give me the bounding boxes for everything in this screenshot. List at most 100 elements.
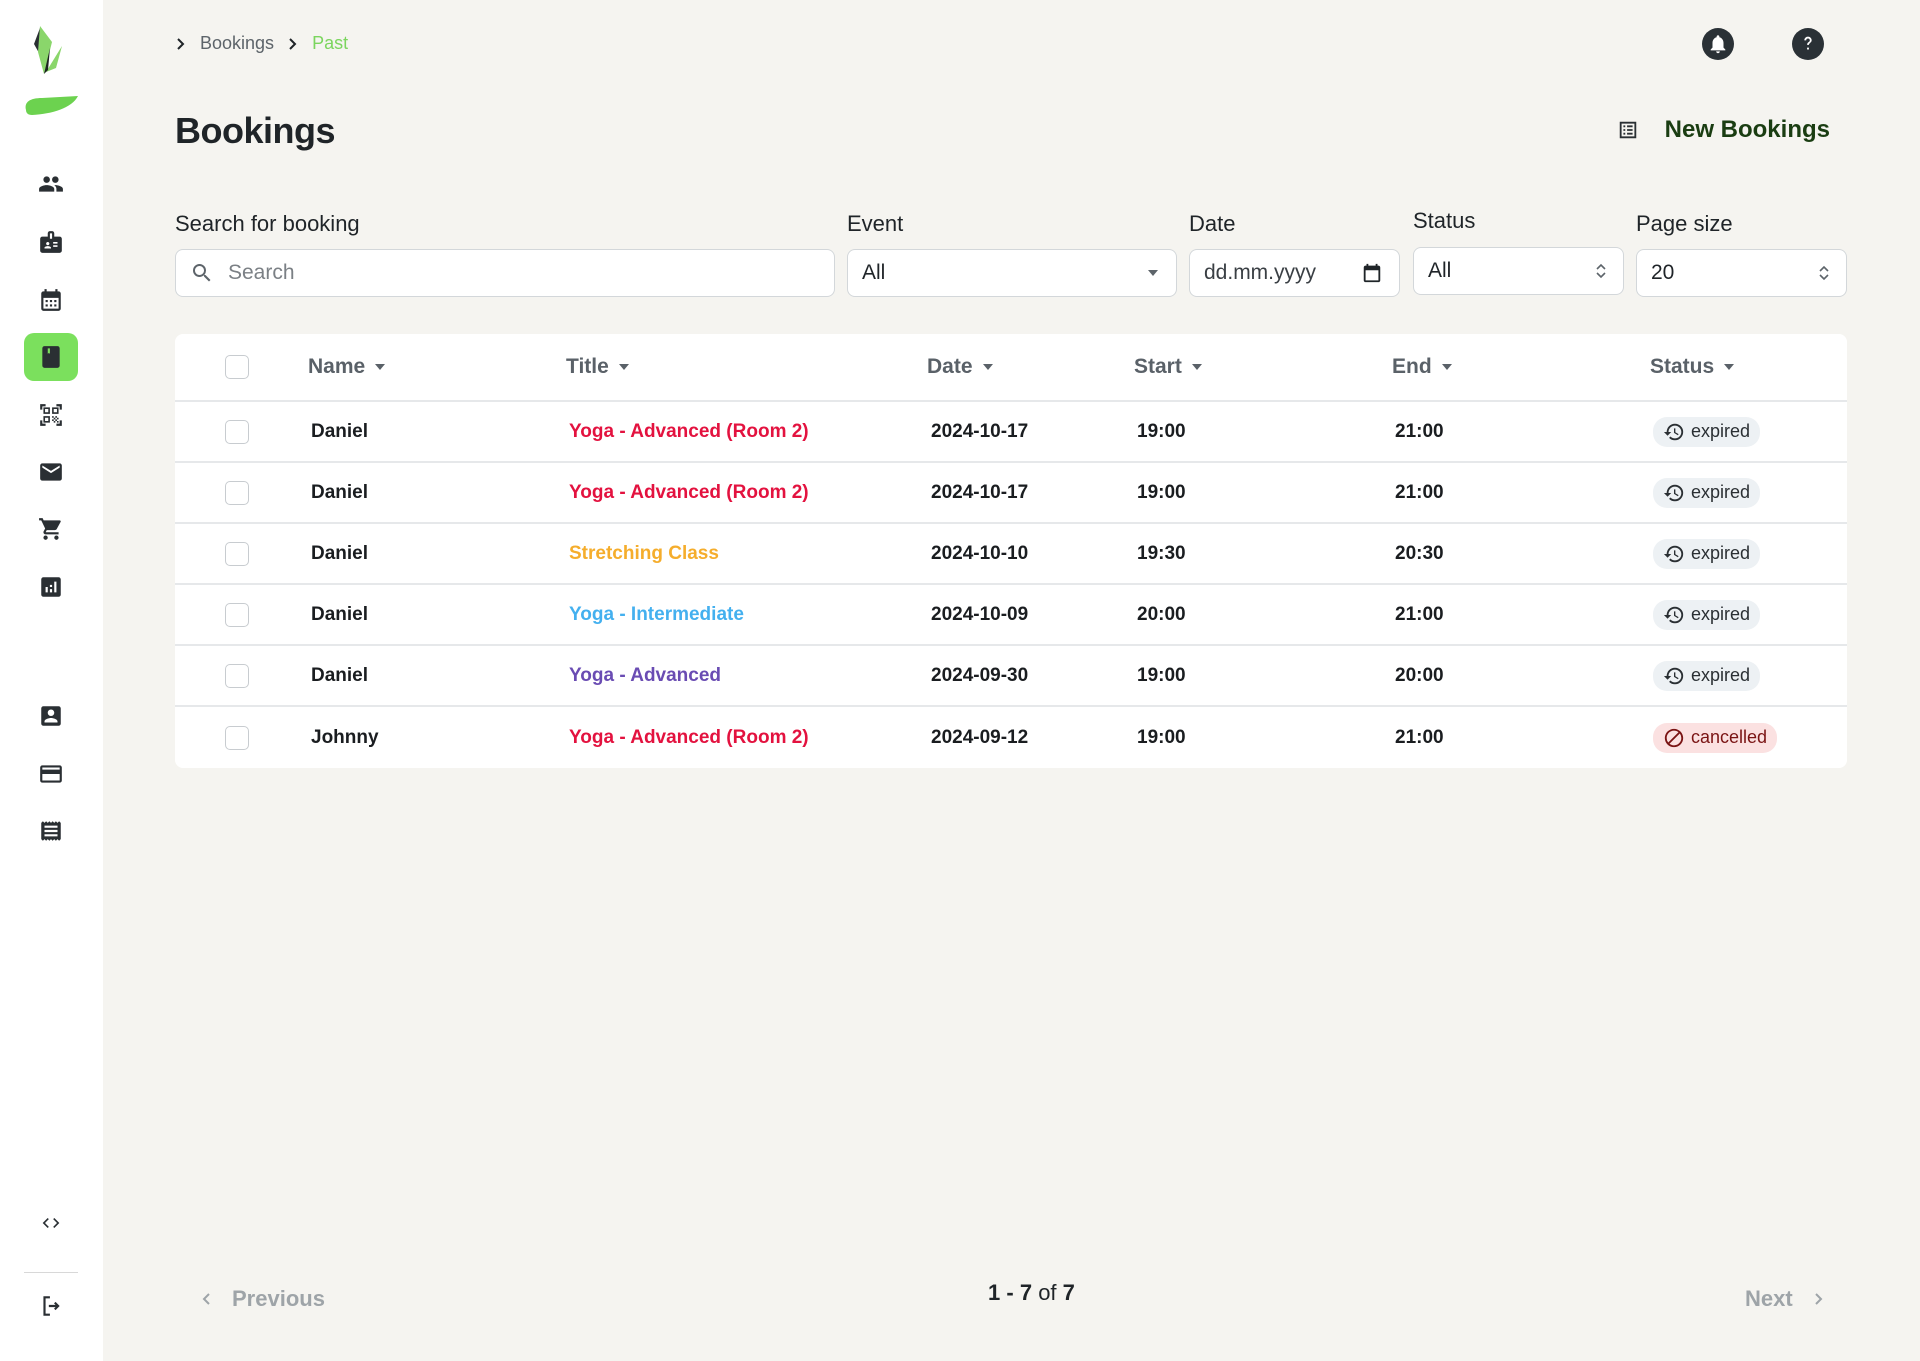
next-button[interactable]: Next xyxy=(1745,1286,1825,1312)
sidebar-item-bookings[interactable] xyxy=(24,333,78,381)
cell-status: expired xyxy=(1653,402,1761,461)
column-header-label: Title xyxy=(566,355,609,378)
cell-status: cancelled xyxy=(1653,707,1778,768)
cell-date: 2024-10-17 xyxy=(931,420,1029,442)
status-badge-label: expired xyxy=(1691,421,1751,441)
search-icon xyxy=(193,264,211,282)
row-checkbox[interactable] xyxy=(225,663,249,688)
status-badge: cancelled xyxy=(1653,722,1778,753)
history-icon xyxy=(1663,545,1684,562)
credit-card-icon xyxy=(40,765,62,783)
previous-button[interactable]: Previous xyxy=(200,1286,325,1312)
next-label: Next xyxy=(1745,1286,1793,1311)
column-header-name[interactable]: Name xyxy=(308,334,386,400)
sidebar-item-calendar[interactable] xyxy=(24,276,78,324)
status-badge-label: cancelled xyxy=(1691,727,1768,747)
column-header-date[interactable]: Date xyxy=(927,334,993,400)
column-header-label: Date xyxy=(927,355,973,378)
sort-caret-icon xyxy=(1724,364,1735,370)
updown-arrow-icon xyxy=(1596,263,1606,279)
status-badge: expired xyxy=(1653,477,1761,508)
page-size-select[interactable]: 20 xyxy=(1636,249,1847,297)
status-badge-label: expired xyxy=(1691,482,1751,502)
table-row[interactable]: Daniel Stretching Class 2024-10-10 19:30… xyxy=(175,524,1847,585)
page-size-label: Page size xyxy=(1636,211,1733,236)
row-checkbox[interactable] xyxy=(225,541,249,566)
history-icon xyxy=(1663,606,1684,623)
cell-end: 21:00 xyxy=(1395,420,1444,442)
history-icon xyxy=(1663,484,1684,501)
row-checkbox[interactable] xyxy=(225,480,249,505)
table-row[interactable]: Daniel Yoga - Advanced 2024-09-30 19:00 … xyxy=(175,646,1847,707)
cell-status: expired xyxy=(1653,585,1761,644)
history-icon xyxy=(1663,667,1684,684)
sidebar-item-shop[interactable] xyxy=(24,505,78,553)
block-icon xyxy=(1664,728,1684,747)
status-badge-label: expired xyxy=(1691,604,1751,624)
cell-title[interactable]: Yoga - Advanced (Room 2) xyxy=(569,463,809,522)
table-row[interactable]: Daniel Yoga - Intermediate 2024-10-09 20… xyxy=(175,585,1847,646)
cell-end: 20:30 xyxy=(1395,542,1444,564)
page-size-value: 20 xyxy=(1651,261,1675,284)
cell-name: Daniel xyxy=(311,542,369,564)
mail-icon xyxy=(40,463,62,481)
sort-caret-icon xyxy=(1191,364,1202,370)
badge-icon xyxy=(40,231,62,253)
notifications-button[interactable] xyxy=(1702,28,1734,60)
new-bookings-label: New Bookings xyxy=(1664,116,1830,143)
sidebar-item-customers[interactable] xyxy=(24,160,78,208)
cell-date: 2024-09-12 xyxy=(931,726,1029,748)
cell-name: Daniel xyxy=(311,420,369,442)
cell-start: 19:00 xyxy=(1137,726,1186,748)
row-checkbox[interactable] xyxy=(225,602,249,627)
column-header-status[interactable]: Status xyxy=(1650,334,1735,400)
status-select[interactable]: All xyxy=(1413,247,1624,295)
updown-arrow-icon xyxy=(1819,265,1829,281)
column-header-title[interactable]: Title xyxy=(566,334,629,400)
sidebar-item-analytics[interactable] xyxy=(24,563,78,611)
chevron-left-icon xyxy=(202,1293,210,1305)
help-button[interactable] xyxy=(1792,28,1824,60)
status-badge: expired xyxy=(1653,660,1761,691)
cell-status: expired xyxy=(1653,524,1761,583)
sidebar-item-qr-codes[interactable] xyxy=(24,391,78,439)
table-header: Name Title Date Start End Status xyxy=(175,334,1847,402)
sidebar-item-staff[interactable] xyxy=(24,218,78,266)
cell-title[interactable]: Yoga - Advanced (Room 2) xyxy=(569,707,809,768)
cell-title[interactable]: Yoga - Advanced xyxy=(569,646,721,705)
sidebar-item-account[interactable] xyxy=(24,692,78,740)
sidebar-item-messages[interactable] xyxy=(24,448,78,496)
column-header-end[interactable]: End xyxy=(1392,334,1452,400)
cell-start: 19:00 xyxy=(1137,481,1186,503)
sidebar-item-invoices[interactable] xyxy=(24,807,78,855)
search-label: Search for booking xyxy=(175,211,360,236)
event-select[interactable]: All xyxy=(847,249,1177,297)
table-row[interactable]: Johnny Yoga - Advanced (Room 2) 2024-09-… xyxy=(175,707,1847,768)
search-input[interactable]: Search xyxy=(175,249,835,297)
range-of: of xyxy=(1038,1280,1057,1305)
table-row[interactable]: Daniel Yoga - Advanced (Room 2) 2024-10-… xyxy=(175,463,1847,524)
row-checkbox[interactable] xyxy=(225,419,249,444)
sidebar-item-payments[interactable] xyxy=(24,750,78,798)
people-icon xyxy=(39,176,63,192)
cell-end: 20:00 xyxy=(1395,664,1444,686)
table-row[interactable]: Daniel Yoga - Advanced (Room 2) 2024-10-… xyxy=(175,402,1847,463)
cell-end: 21:00 xyxy=(1395,726,1444,748)
select-all-checkbox[interactable] xyxy=(225,355,249,379)
new-bookings-button[interactable]: New Bookings xyxy=(1617,116,1830,144)
leaf-logo-icon[interactable] xyxy=(22,22,78,118)
list-icon xyxy=(1619,121,1636,139)
column-header-start[interactable]: Start xyxy=(1134,334,1202,400)
sidebar-item-developer[interactable] xyxy=(24,1199,78,1247)
date-input[interactable]: dd.mm.yyyy xyxy=(1189,249,1400,297)
cell-title[interactable]: Yoga - Intermediate xyxy=(569,585,744,644)
row-checkbox[interactable] xyxy=(225,725,249,750)
status-badge-label: expired xyxy=(1691,665,1751,685)
calendar-picker-icon[interactable] xyxy=(1361,262,1383,284)
cell-start: 19:30 xyxy=(1137,542,1186,564)
sidebar-item-logout[interactable] xyxy=(24,1282,78,1330)
cell-title[interactable]: Stretching Class xyxy=(569,524,719,583)
cell-title[interactable]: Yoga - Advanced (Room 2) xyxy=(569,402,809,461)
breadcrumb-bookings[interactable]: Bookings xyxy=(200,33,274,54)
sort-caret-icon xyxy=(375,364,386,370)
